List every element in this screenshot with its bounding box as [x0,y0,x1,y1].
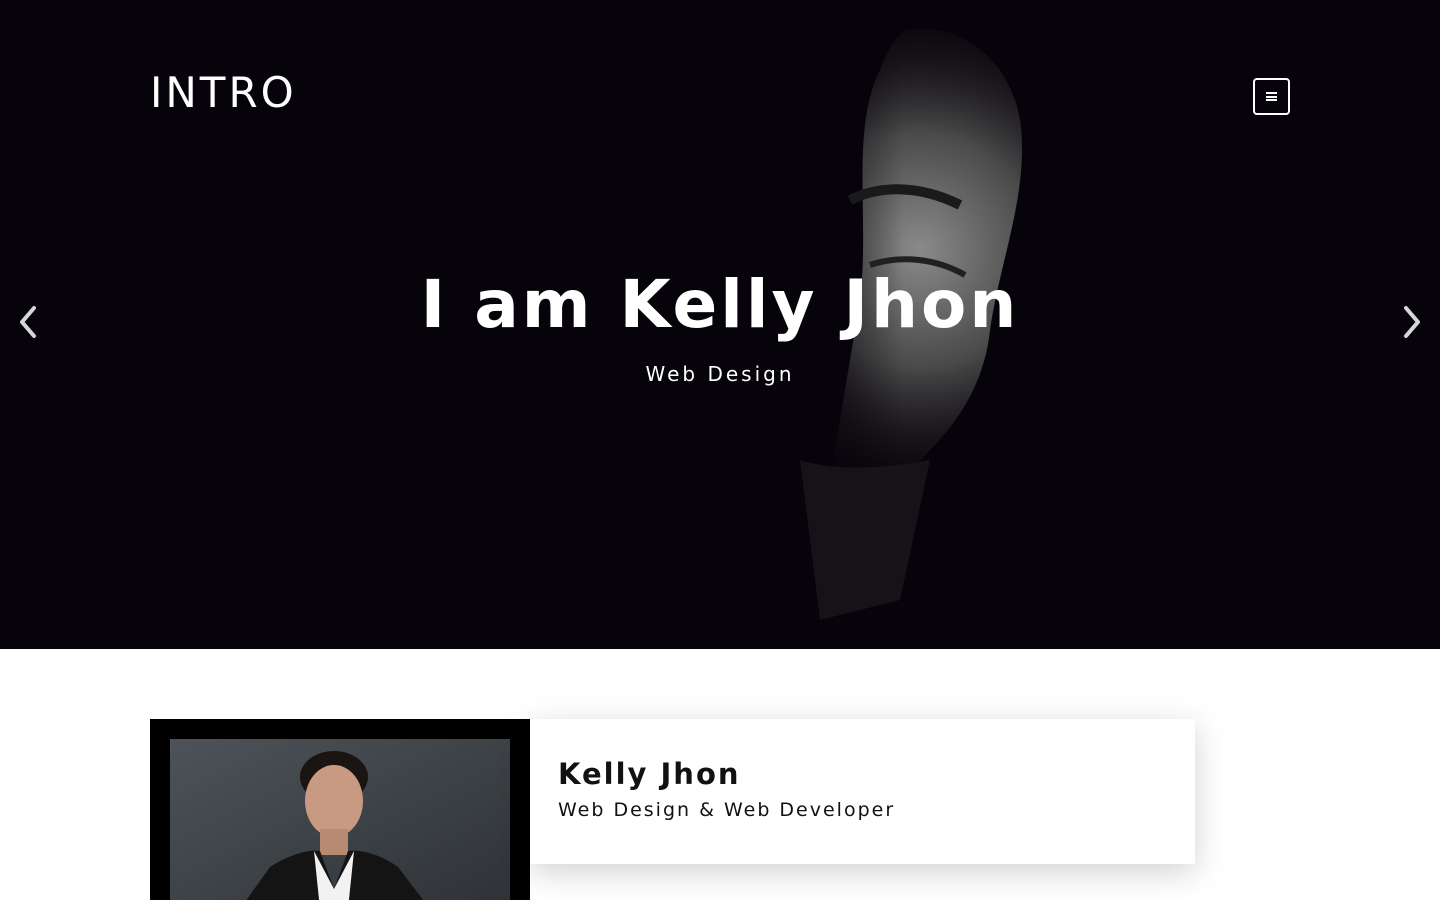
profile-name: Kelly Jhon [558,757,741,791]
hamburger-menu-icon [1266,92,1277,101]
menu-toggle-button[interactable] [1253,78,1290,115]
hero-section: INTRO I am Kelly Jhon Web Design [0,0,1440,649]
profile-info-card: Kelly Jhon Web Design & Web Developer [530,719,1195,864]
profile-role: Web Design & Web Developer [558,799,896,821]
hero-subtitle: Web Design [645,362,795,386]
brand-logo[interactable]: INTRO [150,68,297,117]
hero-title: I am Kelly Jhon [420,266,1020,343]
about-section: Kelly Jhon Web Design & Web Developer [0,649,1440,900]
profile-photo-frame [150,719,530,900]
profile-photo [170,739,510,900]
